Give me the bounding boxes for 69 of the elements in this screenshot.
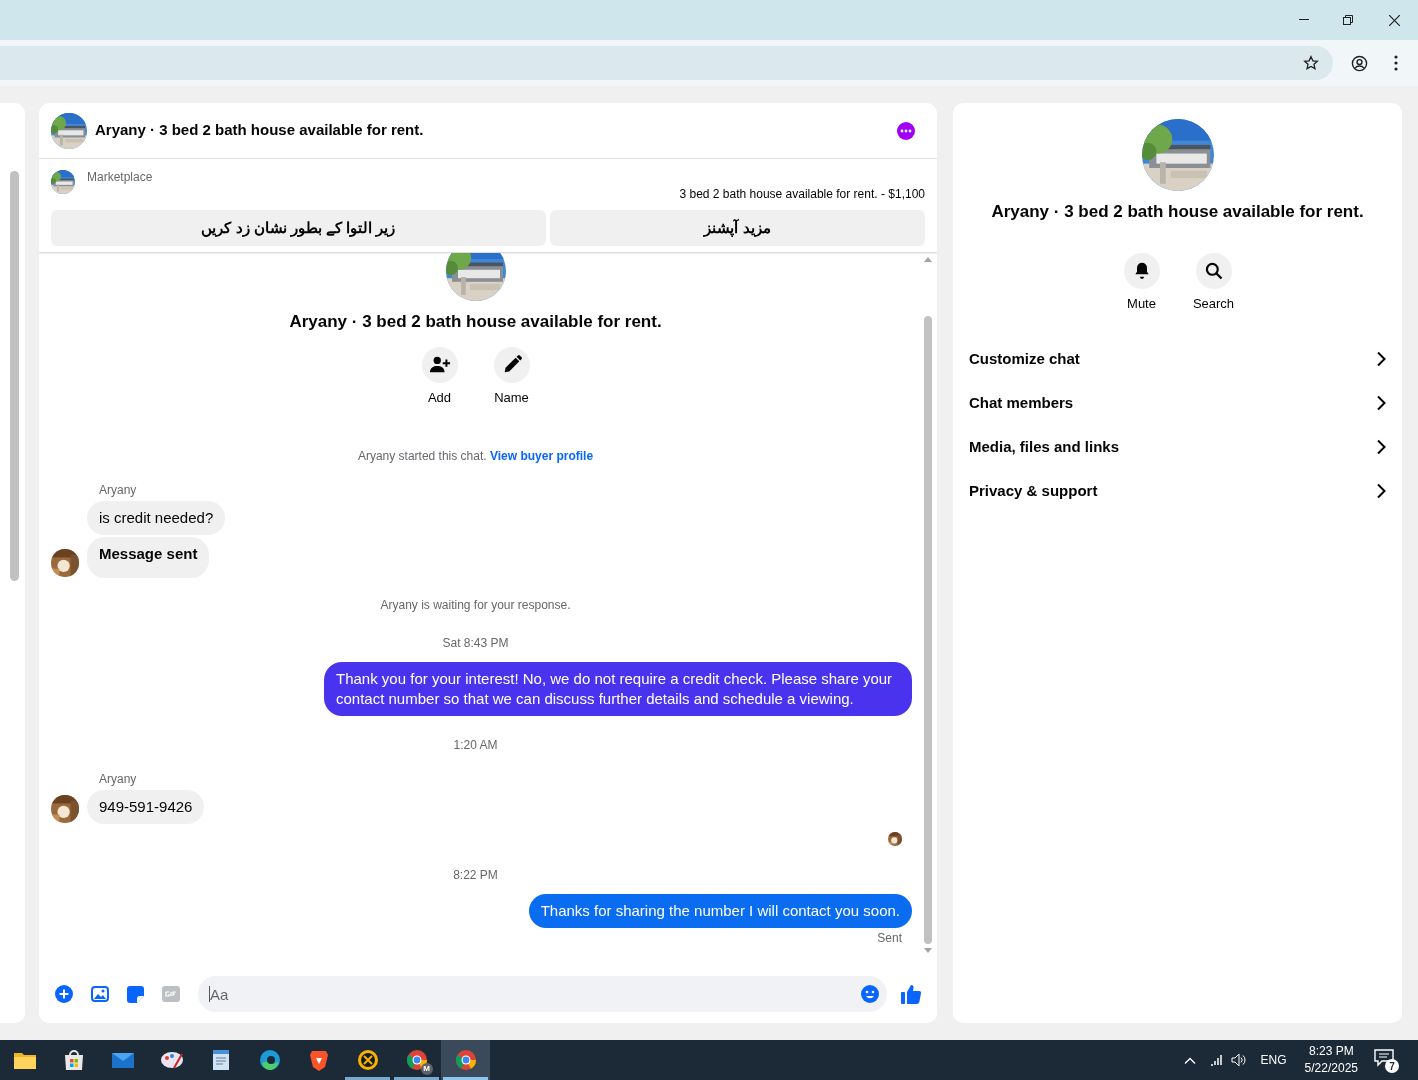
text-cursor [209,986,210,1002]
chevron-right-icon [1376,439,1386,455]
menu-item[interactable]: Privacy & support [953,469,1402,513]
mute-button[interactable] [1123,252,1160,289]
system-notice: Aryany started this chat. View buyer profile [357,448,594,465]
menu-item-label: Media, files and links [969,436,1120,457]
thumbs-up-icon[interactable] [901,984,921,1004]
bookmark-star-icon[interactable] [1303,55,1319,71]
message-bubble: Thanks for sharing the number I will contact you soon. [528,894,912,928]
taskbar-app-button[interactable] [441,1040,490,1080]
conversation-title: Aryany · 3 bed 2 bath house available for rent. [95,120,424,141]
sender-name: Aryany [99,771,138,788]
message-bubble: is credit needed? [87,501,226,535]
add-circle-icon[interactable] [55,985,73,1003]
action-label: Name [494,388,529,407]
timestamp: 1:20 AM [453,737,498,754]
profile-icon[interactable] [1351,54,1368,72]
taskbar-app-button[interactable]: M [392,1040,441,1080]
restore-icon[interactable] [1343,15,1353,25]
scrollbar[interactable] [924,316,932,944]
menu-item[interactable]: Chat members [953,381,1402,425]
menu-item[interactable]: Media, files and links [953,425,1402,469]
image-icon[interactable] [91,986,109,1002]
marketplace-label: Marketplace [87,169,153,186]
system-notice: Aryany is waiting for your response. [380,597,571,614]
chevron-right-icon [1376,483,1386,499]
wifi-icon[interactable] [1208,1054,1223,1066]
name-button[interactable] [493,346,530,383]
menu-item-label: Chat members [969,392,1074,413]
message-input[interactable]: Aa [198,976,887,1012]
chat-title: Aryany · 3 bed 2 bath house available for rent. [289,311,662,333]
listing-action-button[interactable]: زیر التوا کے بطور نشان زد کریں [51,210,546,246]
menu-item-label: Customize chat [969,348,1080,369]
action-label: Add [427,388,452,407]
show-hidden-icons-icon[interactable] [1183,1056,1196,1064]
message-bubble: Thank you for your interest! No, we do not require a credit check. Please share your contact number so that we can discuss further details and schedule a viewing. [324,662,912,716]
search-icon [1203,260,1224,281]
more-options-icon[interactable] [897,121,915,140]
menu-item-label: Privacy & support [969,480,1098,501]
minimize-icon[interactable] [1299,19,1309,21]
clock[interactable]: 8:23 PM 5/22/2025 [1304,1043,1358,1077]
buyer-profile-link[interactable]: View buyer profile [489,449,594,463]
speaker-icon[interactable] [1230,1053,1247,1067]
listing-summary: 3 bed 2 bath house available for rent. - $1,100 [679,186,925,203]
add-button[interactable] [421,346,458,383]
language-indicator[interactable]: ENG [1260,1051,1287,1069]
search-button[interactable] [1195,252,1232,289]
browser-menu-icon[interactable] [1394,55,1398,71]
chrome-icon [453,1048,478,1072]
timestamp: Sat 8:43 PM [442,635,509,652]
timestamp: 8:22 PM [453,867,498,884]
swirl-icon [257,1048,282,1072]
message-bubble: Message sent [87,537,210,578]
chevron-right-icon [1376,351,1386,367]
delivery-status: Sent [877,930,902,947]
message-bubble: 949-591-9426 [87,790,205,824]
circle-cross-icon [355,1048,380,1072]
sticker-icon[interactable] [127,985,144,1003]
action-label: Mute [1127,294,1156,313]
emoji-icon[interactable] [861,985,879,1003]
sender-name: Aryany [99,482,138,499]
listing-action-button[interactable]: مزید آپشنز [550,210,925,246]
chevron-right-icon [1376,395,1386,411]
chrome-icon [404,1048,429,1072]
menu-item[interactable]: Customize chat [953,337,1402,381]
conversation-title: Aryany · 3 bed 2 bath house available for rent. [991,201,1364,223]
action-label: Search [1192,294,1235,313]
close-icon[interactable] [1389,14,1400,26]
scrollbar[interactable] [10,171,19,581]
